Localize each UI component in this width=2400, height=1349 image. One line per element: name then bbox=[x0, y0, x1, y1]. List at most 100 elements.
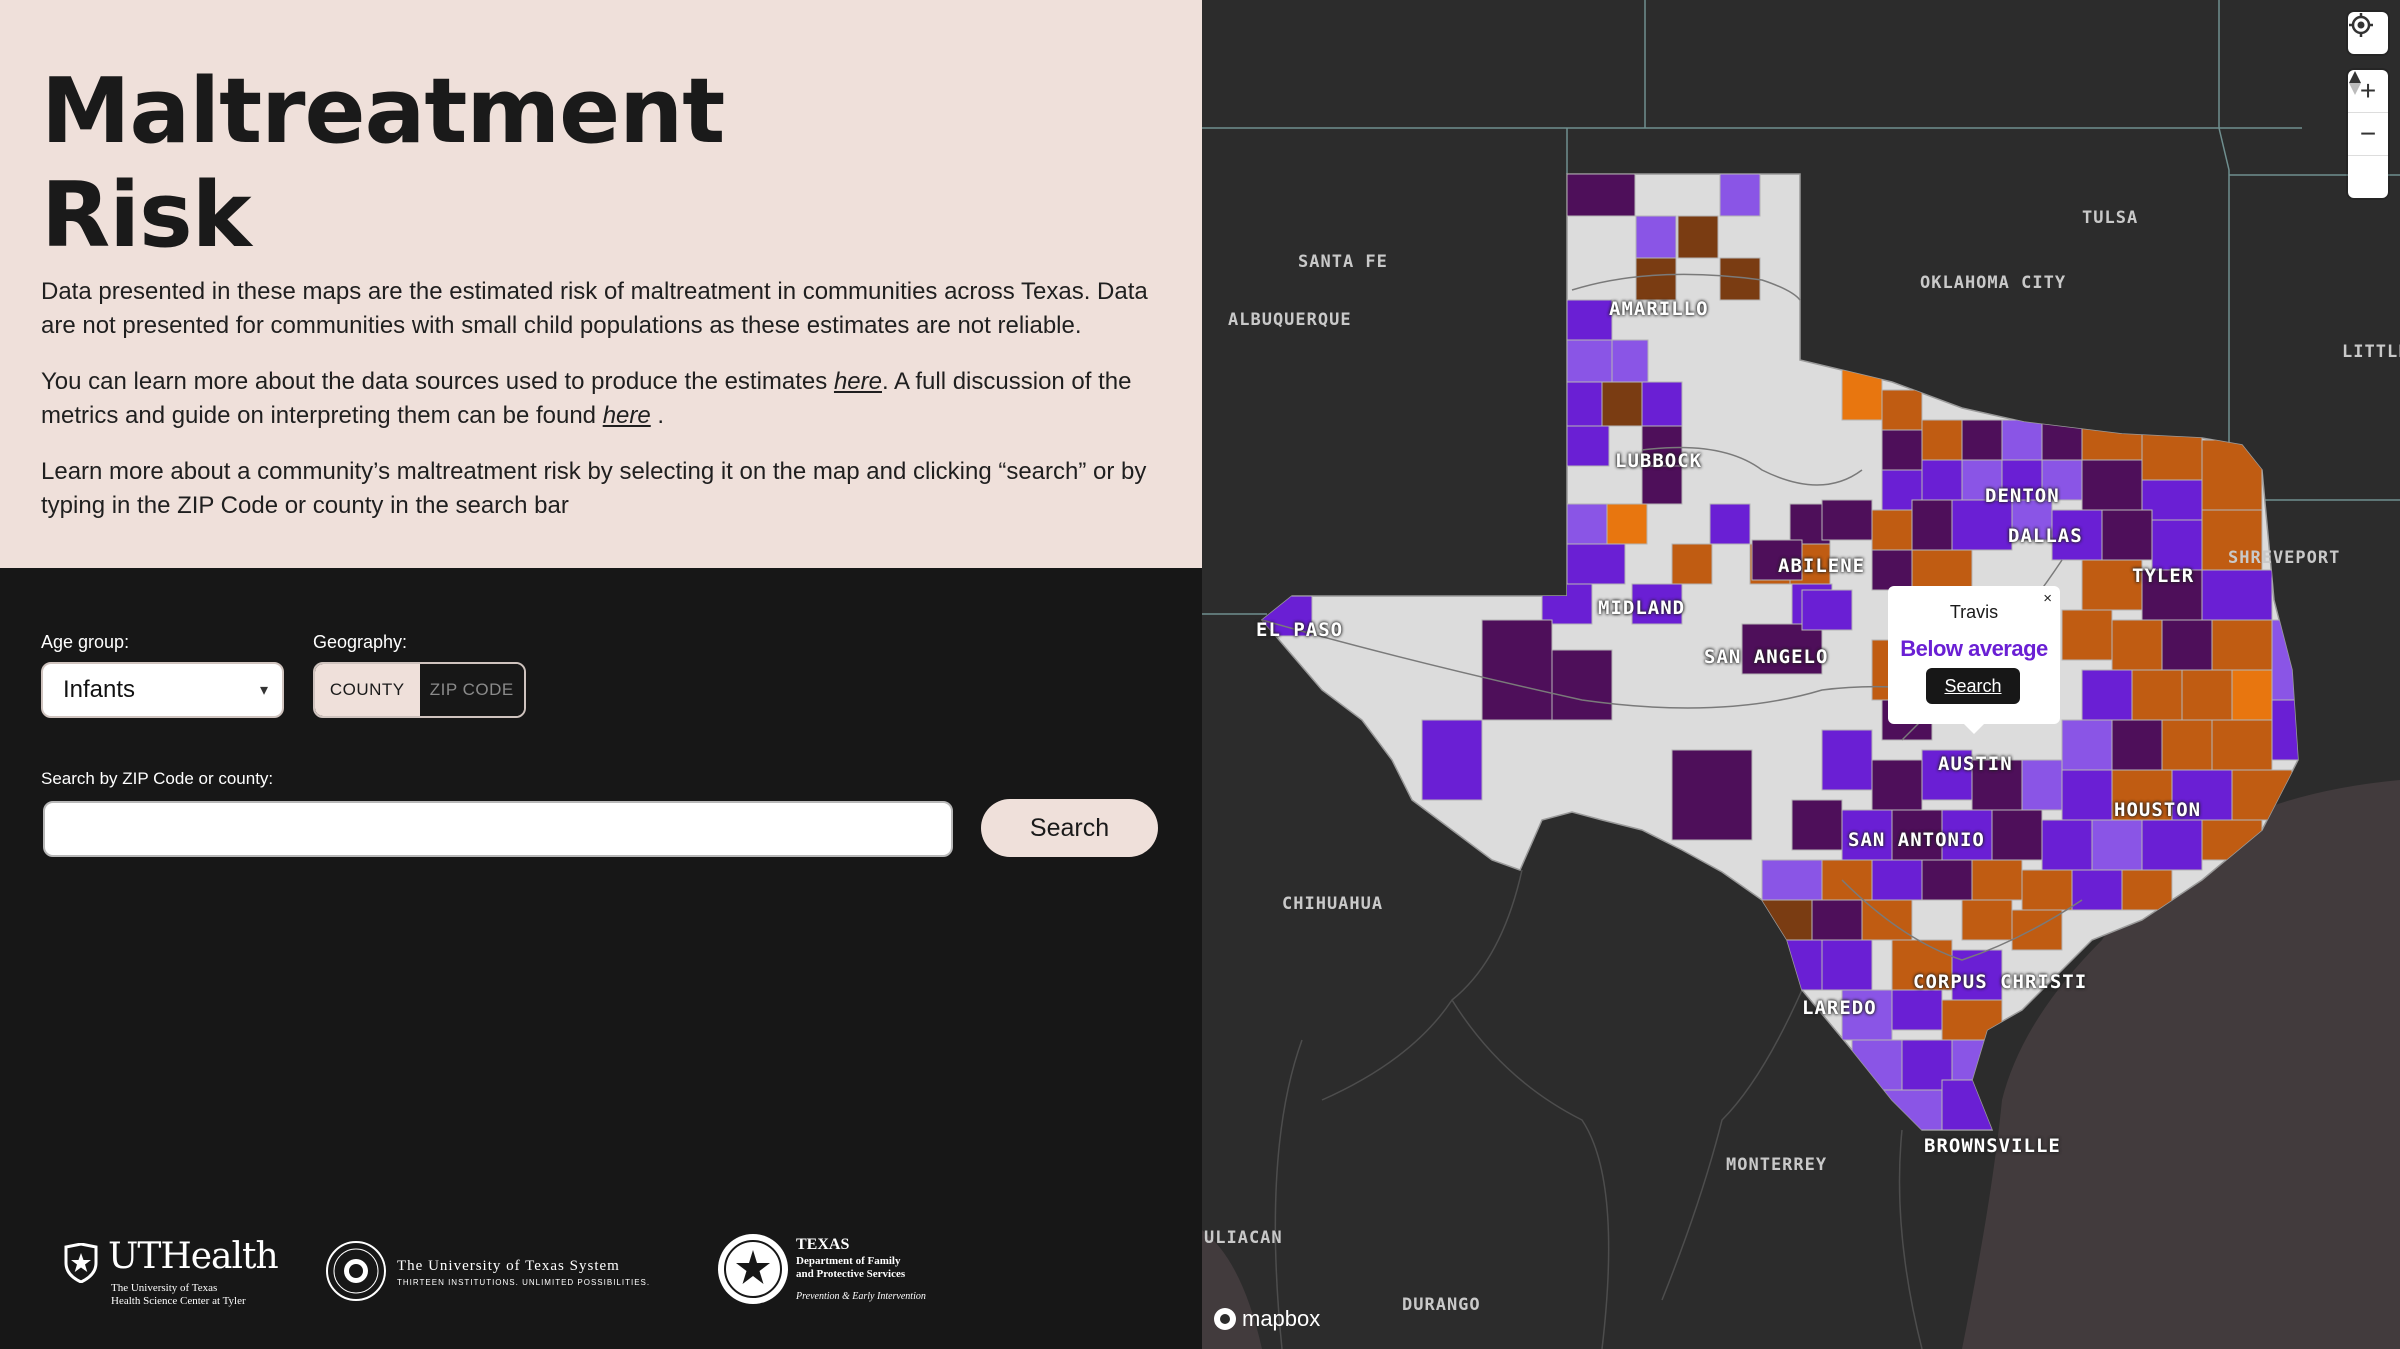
county[interactable] bbox=[2201, 439, 2263, 511]
county[interactable] bbox=[1921, 419, 1963, 461]
county[interactable] bbox=[1911, 549, 1973, 591]
popup-search-button[interactable]: Search bbox=[1926, 668, 2020, 704]
county[interactable] bbox=[1566, 339, 1613, 383]
county[interactable] bbox=[1871, 859, 1923, 901]
county[interactable] bbox=[1566, 174, 1636, 217]
county[interactable] bbox=[1606, 503, 1648, 545]
county[interactable] bbox=[2091, 819, 2143, 871]
ut-system-name: The University of Texas System bbox=[397, 1258, 620, 1274]
county[interactable] bbox=[2001, 419, 2043, 461]
county[interactable] bbox=[1566, 543, 1626, 585]
geography-zip-option[interactable]: ZIP CODE bbox=[419, 664, 524, 716]
zoom-out-icon[interactable]: − bbox=[2348, 113, 2388, 156]
county[interactable] bbox=[1871, 759, 1923, 811]
county[interactable] bbox=[1551, 649, 1613, 721]
county[interactable] bbox=[2061, 719, 2113, 771]
county[interactable] bbox=[2081, 419, 2143, 461]
county[interactable] bbox=[2071, 869, 2123, 911]
county[interactable] bbox=[2271, 699, 2312, 761]
county[interactable] bbox=[1921, 859, 1973, 901]
county[interactable] bbox=[2271, 619, 2312, 701]
county[interactable] bbox=[1881, 1089, 1943, 1130]
county[interactable] bbox=[1481, 619, 1553, 721]
county[interactable] bbox=[1941, 1079, 2003, 1130]
county[interactable] bbox=[1541, 583, 1593, 625]
county[interactable] bbox=[1951, 499, 2013, 551]
county[interactable] bbox=[2021, 759, 2063, 811]
map-canvas[interactable]: SANTA FE ALBUQUERQUE TULSA OKLAHOMA CITY… bbox=[1202, 0, 2400, 1349]
county[interactable] bbox=[2101, 509, 2153, 561]
county[interactable] bbox=[1791, 799, 1843, 851]
county[interactable] bbox=[1871, 549, 1913, 591]
county[interactable] bbox=[1566, 299, 1613, 341]
county[interactable] bbox=[2151, 519, 2203, 571]
geography-county-option[interactable]: COUNTY bbox=[315, 664, 420, 716]
age-group-select[interactable]: Infants ▾ bbox=[41, 662, 284, 718]
county[interactable] bbox=[1671, 543, 1713, 585]
locate-icon[interactable] bbox=[2348, 12, 2388, 54]
county[interactable] bbox=[1921, 459, 1963, 501]
county[interactable] bbox=[2021, 869, 2073, 911]
county[interactable] bbox=[2081, 669, 2133, 721]
compass-icon[interactable] bbox=[2348, 71, 2388, 198]
county[interactable] bbox=[2201, 569, 2273, 621]
county[interactable] bbox=[1821, 499, 1873, 541]
county[interactable] bbox=[2161, 619, 2213, 671]
county[interactable] bbox=[2141, 819, 2203, 871]
county[interactable] bbox=[1635, 215, 1677, 259]
county[interactable] bbox=[1601, 381, 1643, 427]
county[interactable] bbox=[1881, 389, 1923, 431]
county[interactable] bbox=[2061, 769, 2113, 821]
county[interactable] bbox=[1821, 859, 1873, 901]
county[interactable] bbox=[2061, 609, 2113, 661]
age-group-label: Age group: bbox=[41, 632, 130, 652]
county[interactable] bbox=[1821, 939, 1873, 991]
search-button[interactable]: Search bbox=[981, 799, 1158, 857]
county[interactable] bbox=[1991, 809, 2043, 861]
county[interactable] bbox=[1961, 419, 2003, 461]
county[interactable] bbox=[1851, 1039, 1903, 1091]
county[interactable] bbox=[1971, 859, 2023, 901]
county[interactable] bbox=[1421, 719, 1483, 801]
search-input[interactable] bbox=[43, 801, 953, 857]
county[interactable] bbox=[1566, 503, 1608, 545]
county[interactable] bbox=[1881, 429, 1923, 471]
county[interactable] bbox=[1761, 859, 1823, 901]
county[interactable] bbox=[1911, 499, 1953, 551]
county[interactable] bbox=[1709, 503, 1751, 545]
county[interactable] bbox=[1961, 899, 2013, 941]
county[interactable] bbox=[2011, 909, 2063, 951]
dfps-seal-icon bbox=[718, 1234, 788, 1304]
county[interactable] bbox=[1677, 215, 1719, 259]
county[interactable] bbox=[1671, 749, 1753, 841]
county[interactable] bbox=[1801, 589, 1853, 631]
county[interactable] bbox=[1811, 899, 1863, 941]
county[interactable] bbox=[1611, 339, 1649, 383]
county[interactable] bbox=[2121, 869, 2173, 911]
county[interactable] bbox=[1641, 381, 1683, 427]
county[interactable] bbox=[2111, 619, 2163, 671]
county[interactable] bbox=[2181, 669, 2233, 721]
county[interactable] bbox=[2111, 719, 2163, 771]
county[interactable] bbox=[2211, 619, 2273, 671]
county[interactable] bbox=[1951, 1039, 2003, 1081]
county[interactable] bbox=[1761, 899, 1813, 941]
county[interactable] bbox=[1871, 509, 1913, 551]
geolocate-control bbox=[2348, 12, 2388, 54]
data-sources-link[interactable]: here bbox=[834, 368, 882, 395]
county[interactable] bbox=[1891, 989, 1943, 1031]
county[interactable] bbox=[1719, 174, 1761, 217]
county[interactable] bbox=[2041, 819, 2093, 871]
county[interactable] bbox=[2131, 669, 2183, 721]
county[interactable] bbox=[1566, 425, 1610, 467]
county[interactable] bbox=[2161, 719, 2213, 771]
metrics-guide-link[interactable]: here bbox=[603, 402, 651, 429]
county[interactable] bbox=[2081, 459, 2143, 511]
county[interactable] bbox=[1821, 729, 1873, 791]
county[interactable] bbox=[2211, 719, 2273, 771]
mapbox-logo[interactable]: mapbox bbox=[1214, 1306, 1320, 1332]
county[interactable] bbox=[1941, 999, 2003, 1041]
county[interactable] bbox=[1761, 939, 1823, 991]
county[interactable] bbox=[1635, 257, 1677, 301]
county[interactable] bbox=[1566, 381, 1603, 427]
